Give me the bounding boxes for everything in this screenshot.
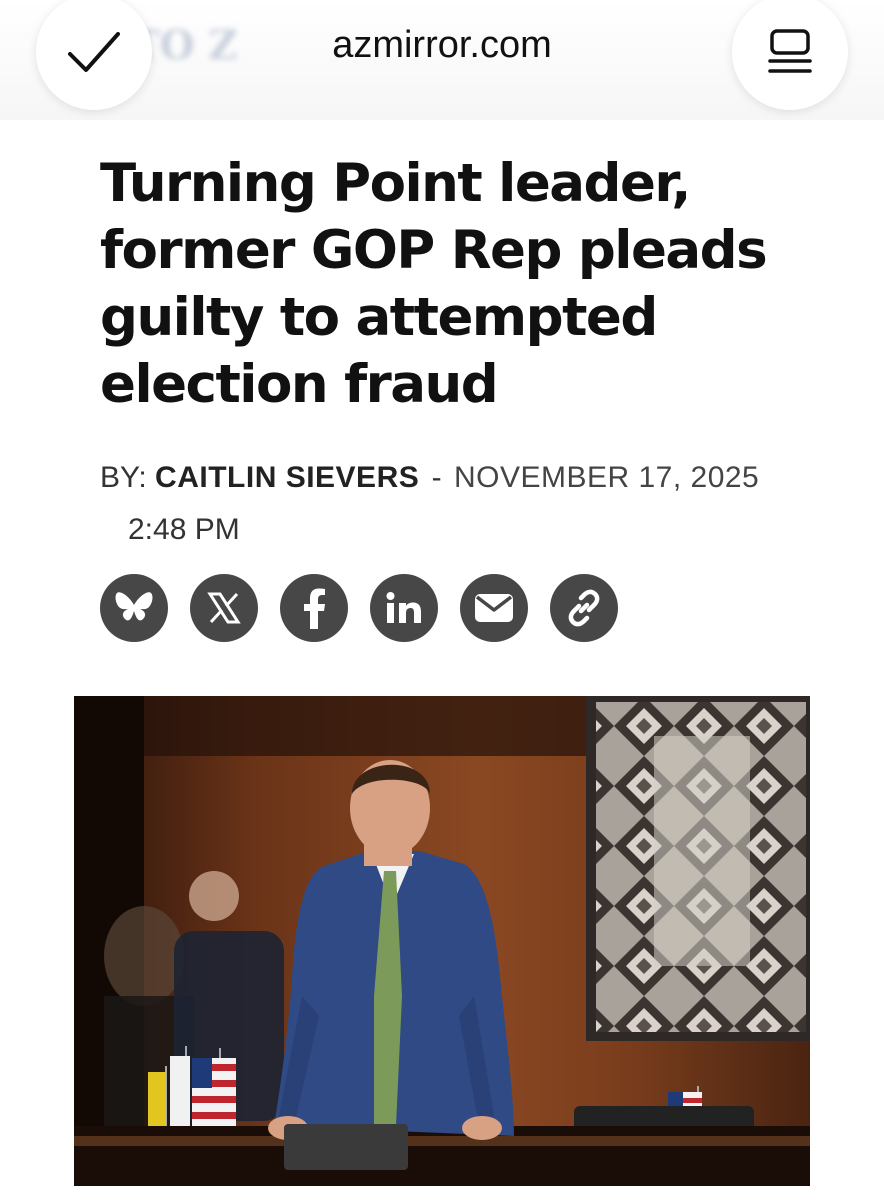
byline: BY: CAITLIN SIEVERS - NOVEMBER 17, 2025 … [100,452,760,556]
publish-time: 2:48 PM [128,513,240,546]
share-bluesky-button[interactable] [100,574,168,642]
byline-separator: - [431,461,442,494]
share-buttons [100,574,618,642]
reader-menu-icon [768,29,812,73]
author-link[interactable]: CAITLIN SIEVERS [155,461,419,494]
link-icon [568,589,600,627]
photo-illustration [74,696,810,1186]
byline-by-label: BY: [100,461,147,494]
share-facebook-button[interactable] [280,574,348,642]
copy-link-button[interactable] [550,574,618,642]
publish-date: NOVEMBER 17, 2025 [453,461,760,494]
email-icon [475,594,513,622]
article-headline: Turning Point leader, former GOP Rep ple… [100,153,768,415]
reader-menu-button[interactable] [732,0,848,110]
bluesky-icon [115,592,153,621]
linkedin-icon [386,592,421,623]
browser-top-bar: TO Z azmirror.com [0,0,884,120]
share-x-button[interactable] [190,574,258,642]
share-email-button[interactable] [460,574,528,642]
article-photo[interactable] [74,696,810,1186]
facebook-icon [304,588,325,629]
x-icon [207,592,241,624]
share-linkedin-button[interactable] [370,574,438,642]
